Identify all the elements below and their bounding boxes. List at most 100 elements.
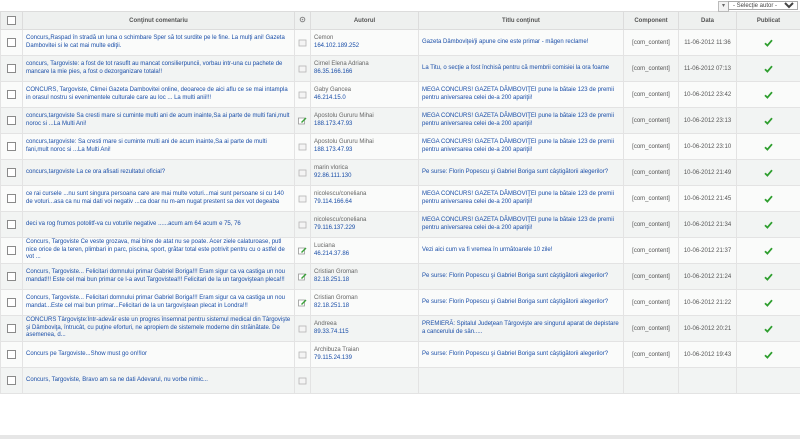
- col-author[interactable]: Autorul: [310, 11, 419, 30]
- content-title-link[interactable]: Pe surse: Florin Popescu şi Gabriel Bori…: [422, 299, 608, 305]
- content-title-link[interactable]: La Titu, o secţie a fost închisă pentru …: [422, 65, 609, 71]
- author-ip-link[interactable]: 82.18.251.18: [314, 277, 415, 285]
- author-ip-link[interactable]: 188.173.47.93: [314, 121, 415, 129]
- content-title-link[interactable]: Vezi aici cum va fi vremea în următoarel…: [422, 247, 552, 253]
- col-published[interactable]: Publicat: [736, 11, 800, 30]
- horizontal-scrollbar[interactable]: [0, 435, 800, 439]
- edit-icon[interactable]: [298, 247, 307, 255]
- comment-link[interactable]: concurs,targoviste La ce ora afisati rez…: [26, 169, 291, 177]
- comment-link[interactable]: concurs, Targoviste: a fost de tot rasuf…: [26, 61, 291, 76]
- row-checkbox[interactable]: [7, 142, 16, 151]
- col-title[interactable]: Titlu conţinut: [418, 11, 624, 30]
- component-cell: [com_content]: [623, 263, 679, 290]
- author-cell: Cirnel Elena Adriana 86.35.166.166: [310, 55, 419, 82]
- comment-link[interactable]: CONCURS, Targoviste, Climei Gazeta Dambo…: [26, 87, 291, 102]
- date-cell: 10-06-2012 21:34: [678, 211, 737, 238]
- comment-link[interactable]: Concurs, Targoviste... Felicitari domnul…: [26, 269, 291, 284]
- published-check-icon[interactable]: [764, 39, 773, 47]
- author-ip-link[interactable]: 46.214.15.0: [314, 95, 415, 103]
- published-check-icon[interactable]: [764, 299, 773, 307]
- date-cell: 10-06-2012 20:21: [678, 315, 737, 342]
- author-ip-link[interactable]: 89.33.74.115: [314, 329, 415, 337]
- published-check-icon[interactable]: [764, 195, 773, 203]
- author-select[interactable]: - Selecţie autor -: [728, 1, 798, 10]
- content-title-link[interactable]: MEGA CONCURS! GAZETA DÂMBOVIŢEI pune la …: [422, 87, 614, 101]
- content-title-link[interactable]: MEGA CONCURS! GAZETA DÂMBOVIŢEI pune la …: [422, 139, 614, 153]
- col-component[interactable]: Component: [623, 11, 679, 30]
- edit-cell: [294, 159, 311, 186]
- date-cell: [678, 367, 737, 394]
- row-checkbox[interactable]: [7, 246, 16, 255]
- content-title-link[interactable]: Pe surse: Florin Popescu şi Gabriel Bori…: [422, 169, 608, 175]
- published-check-icon[interactable]: [764, 117, 773, 125]
- title-cell: [418, 367, 624, 394]
- content-title-link[interactable]: Pe surse: Florin Popescu şi Gabriel Bori…: [422, 273, 608, 279]
- row-checkbox[interactable]: [7, 116, 16, 125]
- row-checkbox[interactable]: [7, 64, 16, 73]
- row-checkbox[interactable]: [7, 194, 16, 203]
- edit-cell: [294, 211, 311, 238]
- select-all-checkbox[interactable]: [7, 16, 16, 25]
- col-comment[interactable]: Conţinut comentariu: [22, 11, 295, 30]
- published-check-icon[interactable]: [764, 325, 773, 333]
- content-title-link[interactable]: Gazeta Dâmboviţei/ji apune cine este pri…: [422, 39, 588, 45]
- comment-link[interactable]: CONCURS Târgovişte:Într-adevăr este un p…: [26, 317, 291, 340]
- comment-link[interactable]: ce rai cursele ...nu sunt singura persoa…: [26, 191, 291, 206]
- author-ip-link[interactable]: 188.173.47.93: [314, 147, 415, 155]
- comment-cell: Concurs, Targoviste Ce veste grozava, ma…: [22, 237, 295, 264]
- content-title-link[interactable]: MEGA CONCURS! GAZETA DÂMBOVIŢEI pune la …: [422, 217, 614, 231]
- author-ip-link[interactable]: 82.18.251.18: [314, 303, 415, 311]
- edit-icon[interactable]: [298, 273, 307, 281]
- author-ip-link[interactable]: 79.115.24.139: [314, 355, 415, 363]
- published-check-icon[interactable]: [764, 65, 773, 73]
- author-ip-link[interactable]: 79.116.137.229: [314, 225, 415, 233]
- author-ip-link[interactable]: 46.214.37.86: [314, 251, 415, 259]
- comment-link[interactable]: Concurs„Raspad în stradă un luna o schim…: [26, 35, 291, 50]
- table-row: concurs,targoviste La ce ora afisati rez…: [0, 159, 800, 186]
- row-checkbox[interactable]: [7, 220, 16, 229]
- author-cell: Andreea 89.33.74.115: [310, 315, 419, 342]
- comment-cell: concurs,targoviste Sa cresti mare si cum…: [22, 107, 295, 134]
- row-checkbox[interactable]: [7, 272, 16, 281]
- published-cell: [736, 107, 800, 134]
- published-check-icon[interactable]: [764, 273, 773, 281]
- row-checkbox[interactable]: [7, 38, 16, 47]
- comment-link[interactable]: Concurs, Targoviste... Felicitari domnul…: [26, 295, 291, 310]
- published-cell: [736, 29, 800, 56]
- content-title-link[interactable]: MEGA CONCURS! GAZETA DÂMBOVIŢEI pune la …: [422, 113, 614, 127]
- published-check-icon[interactable]: [764, 351, 773, 359]
- comment-link[interactable]: Concurs, Targoviste, Bravo am sa ne dati…: [26, 377, 291, 385]
- row-checkbox[interactable]: [7, 90, 16, 99]
- comment-link[interactable]: deci va rog frumos potolitf-va cu voturi…: [26, 221, 291, 229]
- filter-bar: ▾ - Selecţie autor -: [0, 0, 800, 12]
- author-ip-link[interactable]: 164.102.189.252: [314, 43, 415, 51]
- table-row: CONCURS, Targoviste, Climei Gazeta Dambo…: [0, 81, 800, 108]
- comment-link[interactable]: concurs,targoviste Sa cresti mare si cum…: [26, 113, 291, 128]
- row-checkbox[interactable]: [7, 298, 16, 307]
- content-title-link[interactable]: MEGA CONCURS! GAZETA DÂMBOVIŢEI pune la …: [422, 191, 614, 205]
- author-ip-link[interactable]: 86.35.166.166: [314, 69, 415, 77]
- published-check-icon[interactable]: [764, 143, 773, 151]
- row-select-cell: [0, 55, 23, 82]
- published-check-icon[interactable]: [764, 169, 773, 177]
- published-check-icon[interactable]: [764, 247, 773, 255]
- published-cell: [736, 185, 800, 212]
- row-checkbox[interactable]: [7, 324, 16, 333]
- row-checkbox[interactable]: [7, 350, 16, 359]
- comment-link[interactable]: Concurs pe Targoviste...Show must go on!…: [26, 351, 291, 359]
- component-cell: [com_content]: [623, 29, 679, 56]
- author-ip-link[interactable]: 79.114.166.64: [314, 199, 415, 207]
- edit-icon[interactable]: [298, 299, 307, 307]
- row-checkbox[interactable]: [7, 168, 16, 177]
- component-cell: [com_content]: [623, 289, 679, 316]
- comment-link[interactable]: concurs,targoviste: Sa cresti mare si cu…: [26, 139, 291, 154]
- content-title-link[interactable]: PREMIERĂ: Spitalul Judeţean Târgovişte a…: [422, 321, 619, 335]
- comment-link[interactable]: Concurs, Targoviste Ce veste grozava, ma…: [26, 239, 291, 262]
- row-checkbox[interactable]: [7, 376, 16, 385]
- content-title-link[interactable]: Pe surse: Florin Popescu şi Gabriel Bori…: [422, 351, 608, 357]
- col-date[interactable]: Data: [678, 11, 737, 30]
- published-check-icon[interactable]: [764, 91, 773, 99]
- edit-icon[interactable]: [298, 117, 307, 125]
- author-ip-link[interactable]: 92.86.111.130: [314, 173, 415, 181]
- published-check-icon[interactable]: [764, 221, 773, 229]
